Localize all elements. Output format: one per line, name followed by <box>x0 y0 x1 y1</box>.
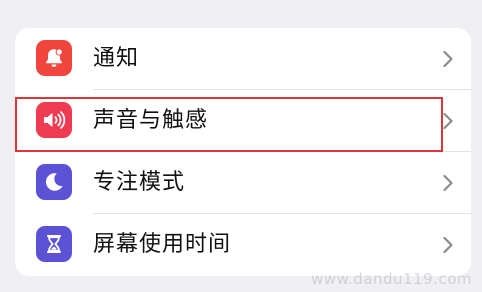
settings-page: 通知 声音与触感 专注模式 屏幕使用时间 www.dandu119.com <box>0 0 482 292</box>
chevron-right-icon <box>443 236 453 254</box>
settings-group: 通知 声音与触感 专注模式 屏幕使用时间 <box>15 28 471 276</box>
speaker-wave-icon <box>44 111 66 129</box>
screen-time-icon-tile <box>36 226 72 262</box>
settings-row-label: 专注模式 <box>93 170 186 195</box>
settings-row-sounds-haptics[interactable]: 声音与触感 <box>15 90 471 152</box>
bell-badge-icon <box>46 48 63 67</box>
settings-row-screen-time[interactable]: 屏幕使用时间 <box>15 214 471 276</box>
settings-row-label: 声音与触感 <box>93 108 209 133</box>
sounds-icon-tile <box>36 102 72 138</box>
chevron-right-icon <box>443 50 453 68</box>
settings-row-label: 通知 <box>93 46 140 71</box>
settings-row-focus[interactable]: 专注模式 <box>15 152 471 214</box>
settings-row-notifications[interactable]: 通知 <box>15 28 471 90</box>
focus-icon-tile <box>36 164 72 200</box>
moon-icon <box>45 173 63 191</box>
chevron-right-icon <box>443 174 453 192</box>
watermark: www.dandu119.com <box>311 270 472 288</box>
notifications-icon-tile <box>36 40 72 76</box>
settings-row-label: 屏幕使用时间 <box>93 232 232 257</box>
hourglass-icon <box>47 235 61 253</box>
chevron-right-icon <box>443 112 453 130</box>
